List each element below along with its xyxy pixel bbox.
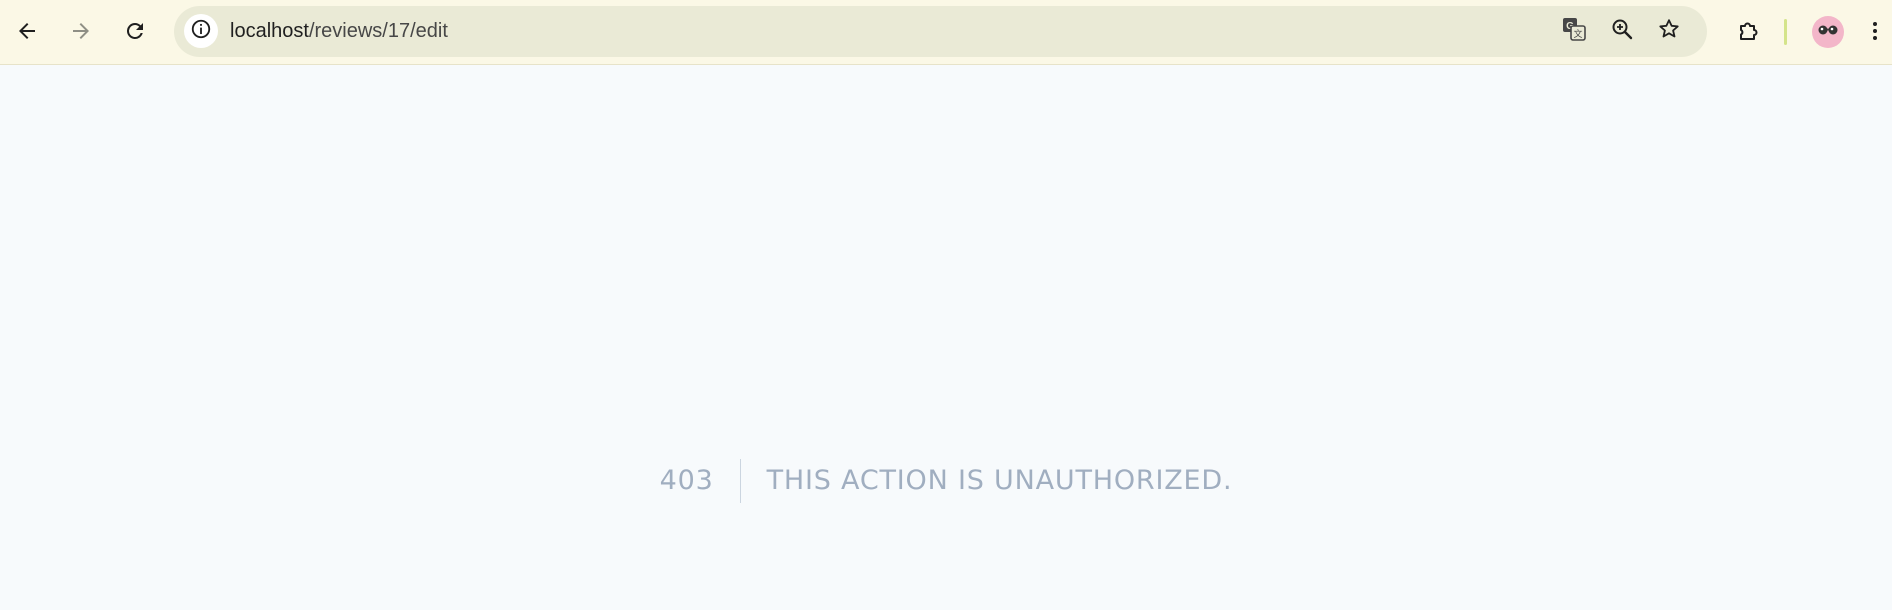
kebab-menu-icon — [1871, 19, 1879, 43]
zoom-button[interactable] — [1605, 14, 1639, 48]
reload-button[interactable] — [113, 9, 157, 53]
star-icon — [1657, 17, 1681, 46]
url-host: localhost — [230, 20, 309, 42]
arrow-left-icon — [15, 19, 39, 43]
forward-button[interactable] — [59, 9, 103, 53]
page-content — [0, 65, 1892, 610]
bookmark-button[interactable] — [1652, 14, 1686, 48]
error-message: THIS ACTION IS UNAUTHORIZED. — [766, 465, 1233, 496]
reload-icon — [123, 19, 147, 43]
zoom-in-icon — [1610, 17, 1634, 46]
info-icon — [190, 18, 212, 45]
extensions-button[interactable] — [1726, 9, 1770, 53]
profile-button[interactable] — [1812, 16, 1844, 48]
browser-toolbar: localhost/reviews/17/edit G 文 — [0, 0, 1892, 65]
url-text[interactable]: localhost/reviews/17/edit — [230, 6, 448, 57]
avatar-icon — [1815, 17, 1841, 48]
translate-button[interactable]: G 文 — [1557, 14, 1591, 48]
browser-menu-button[interactable] — [1858, 9, 1892, 53]
puzzle-icon — [1736, 19, 1760, 43]
translate-icon: G 文 — [1561, 16, 1587, 47]
error-panel: 403 THIS ACTION IS UNAUTHORIZED. — [0, 456, 1892, 506]
address-bar[interactable]: localhost/reviews/17/edit G 文 — [174, 6, 1707, 57]
error-code: 403 — [660, 459, 741, 503]
toolbar-divider — [1784, 19, 1787, 45]
arrow-right-icon — [69, 19, 93, 43]
url-path: /reviews/17/edit — [308, 20, 448, 42]
back-button[interactable] — [5, 9, 49, 53]
svg-text:文: 文 — [1573, 28, 1582, 40]
site-info-button[interactable] — [184, 14, 218, 48]
